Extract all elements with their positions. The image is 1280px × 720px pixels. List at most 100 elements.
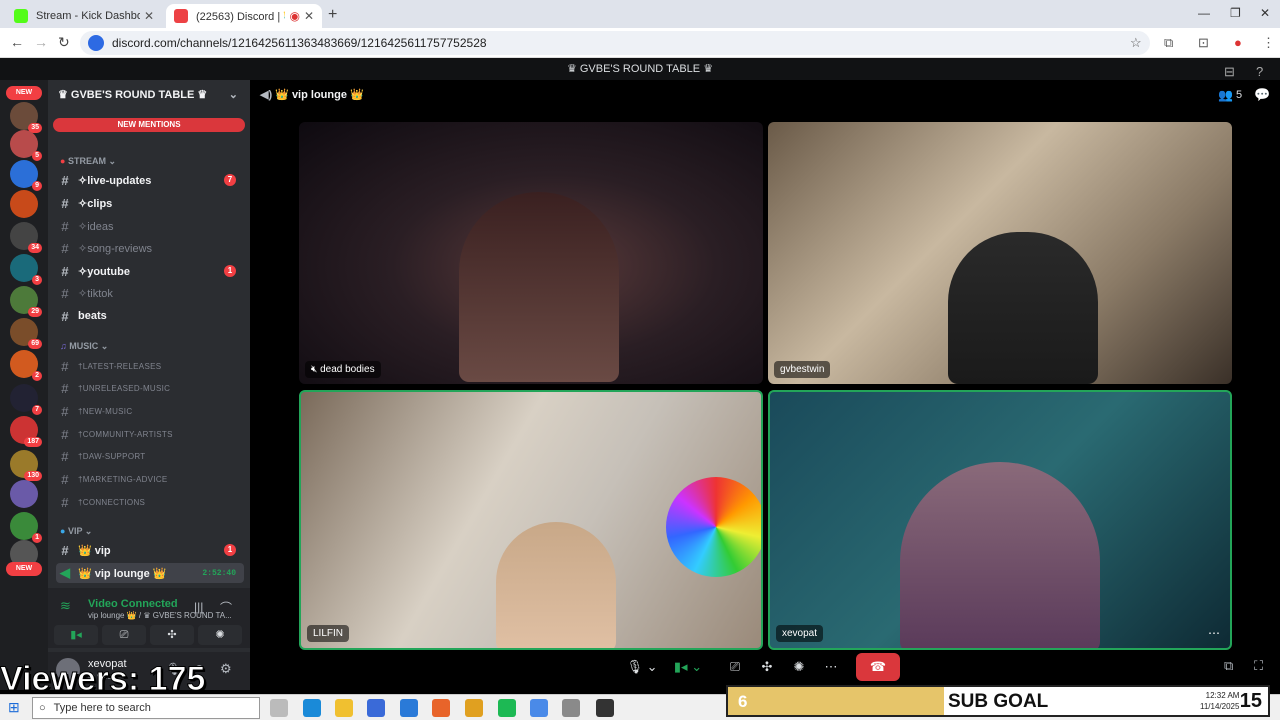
fullscreen-icon[interactable]: ⛶ [1254, 658, 1263, 674]
camera-button[interactable]: ▮◂ [54, 625, 98, 645]
server-icon[interactable]: 7 [10, 384, 42, 415]
channel-label: †unreleased-music [78, 383, 171, 393]
new-unread-pill[interactable]: NEW [6, 562, 42, 576]
server-icon[interactable]: 34 [10, 222, 42, 253]
channel-connections[interactable]: # †connections [56, 492, 244, 512]
channel-marketing-advice[interactable]: # †marketing-advice [56, 469, 244, 489]
category-vip[interactable]: ● VIP ⌄ [60, 526, 92, 537]
voice-status-subtitle[interactable]: vip lounge 👑 / ♛ GVBE'S ROUND TA... [88, 611, 238, 620]
server-icon[interactable]: 35 [10, 102, 42, 133]
channel-clips[interactable]: # ✧clips [56, 193, 244, 213]
soundboard-icon[interactable]: ✺ [788, 653, 810, 681]
new-tab-icon[interactable]: + [328, 6, 337, 24]
activities-icon[interactable]: ✣ [756, 653, 778, 681]
video-tile[interactable]: xevopat ⋯ [768, 390, 1232, 650]
edge-icon[interactable] [303, 699, 321, 717]
close-window-icon[interactable]: ✕ [1260, 6, 1270, 20]
popout-icon[interactable]: ⧉ [1224, 658, 1233, 674]
more-options-icon[interactable]: ⋯ [1208, 626, 1220, 640]
spotify-icon[interactable] [498, 699, 516, 717]
url-field[interactable]: discord.com/channels/1216425611363483669… [80, 31, 1150, 55]
chrome-icon[interactable] [465, 699, 483, 717]
browser-tab-discord[interactable]: (22563) Discord | 👑vip lo… ◉ ✕ [166, 4, 322, 28]
firefox-icon[interactable] [432, 699, 450, 717]
server-icon[interactable] [10, 480, 38, 508]
channel-vip[interactable]: # 👑 vip 1 [56, 540, 244, 560]
extensions-icon[interactable]: ⧉ [1164, 35, 1173, 51]
gear-icon[interactable]: ⚙ [220, 661, 232, 677]
channel-tiktok[interactable]: # ✧tiktok [56, 283, 244, 303]
voice-status-title[interactable]: Video Connected [88, 598, 178, 610]
channel-youtube[interactable]: # ✧youtube 1 [56, 261, 244, 281]
menu-dots-icon[interactable]: ⋮ [1262, 35, 1275, 51]
channel-daw-support[interactable]: # †daw-support [56, 446, 244, 466]
mail-icon[interactable] [400, 699, 418, 717]
channel-label: †marketing-advice [78, 474, 168, 484]
task-view-icon[interactable] [270, 699, 288, 717]
more-icon[interactable]: ⋯ [820, 653, 842, 681]
mention-badge: 69 [28, 339, 42, 349]
category-music[interactable]: ♫ MUSIC ⌄ [60, 341, 108, 352]
minimize-icon[interactable]: — [1198, 6, 1210, 20]
profile-avatar-icon[interactable]: ● [1234, 35, 1242, 50]
server-icon[interactable]: 1 [10, 512, 42, 543]
channel-beats[interactable]: # beats [56, 306, 244, 326]
channel-latest-releases[interactable]: # †latest-releases [56, 356, 244, 376]
server-icon[interactable]: 69 [10, 318, 42, 349]
back-icon[interactable]: ← [10, 34, 24, 50]
server-icon[interactable]: 5 [10, 130, 42, 161]
noise-suppression-icon[interactable]: ||| [194, 600, 203, 614]
soundboard-button[interactable]: ✺ [198, 625, 242, 645]
server-name-header[interactable]: ♛ GVBE'S ROUND TABLE ♛ ⌄ [48, 80, 250, 110]
channel-song-reviews[interactable]: # ✧song-reviews [56, 238, 244, 258]
close-tab-icon[interactable]: ✕ [304, 9, 314, 23]
server-icon[interactable]: 9 [10, 160, 42, 191]
server-icon[interactable]: 187 [10, 416, 42, 447]
browser-tab-strip: Stream - Kick Dashboard ✕ (22563) Discor… [0, 0, 1280, 28]
video-tile[interactable]: 🔇︎ dead bodies [299, 122, 763, 384]
voice-channel-vip-lounge[interactable]: ◀ 👑 vip lounge 👑 2:52:40 [56, 563, 244, 583]
channel-live-updates[interactable]: # ✧live-updates 7 [56, 170, 244, 190]
reload-icon[interactable]: ↻ [58, 34, 70, 51]
close-tab-icon[interactable]: ✕ [144, 9, 154, 23]
channel-unreleased-music[interactable]: # †unreleased-music [56, 378, 244, 398]
camera-toggle-button[interactable]: ▮◂ ⌄ [668, 653, 708, 681]
windows-start-icon[interactable]: ⊞ [8, 699, 20, 716]
new-unread-pill[interactable]: NEW [6, 86, 42, 100]
screen-share-icon[interactable]: ⎚ [724, 653, 746, 681]
new-mentions-pill[interactable]: NEW MENTIONS [53, 118, 245, 132]
browser-tab-kick[interactable]: Stream - Kick Dashboard ✕ [6, 4, 162, 28]
system-clock[interactable]: 12:32 AM 11/14/2025 [1200, 690, 1239, 712]
server-icon[interactable]: 2 [10, 350, 42, 381]
screenshot-icon[interactable]: ⊡ [1198, 35, 1209, 51]
app-icon[interactable] [530, 699, 548, 717]
video-tile[interactable]: gvbestwin [768, 122, 1232, 384]
channel-ideas[interactable]: # ✧ideas [56, 216, 244, 236]
chat-icon[interactable]: 💬 [1254, 87, 1270, 103]
activities-button[interactable]: ✣ [150, 625, 194, 645]
taskbar-search[interactable]: ○ Type here to search [32, 697, 260, 719]
app-icon[interactable] [562, 699, 580, 717]
site-info-icon[interactable] [88, 35, 104, 51]
restore-icon[interactable]: ❐ [1230, 6, 1241, 20]
sub-goal-target: 15 [1239, 690, 1262, 712]
server-icon[interactable]: 29 [10, 286, 42, 317]
participant-name: 🔇︎ dead bodies [305, 361, 381, 378]
disconnect-icon[interactable]: ⌒ [220, 599, 232, 616]
category-stream[interactable]: ● STREAM ⌄ [60, 156, 116, 167]
bookmark-star-icon[interactable]: ☆ [1130, 35, 1142, 51]
server-icon[interactable] [10, 190, 38, 218]
obs-icon[interactable] [596, 699, 614, 717]
video-tile[interactable]: LILFIN [299, 390, 763, 650]
file-explorer-icon[interactable] [335, 699, 353, 717]
leave-call-button[interactable]: ☎ [856, 653, 900, 681]
channel-new-music[interactable]: # †new-music [56, 401, 244, 421]
members-icon[interactable]: 👥 [1218, 88, 1233, 102]
server-icon[interactable]: 3 [10, 254, 42, 285]
server-icon[interactable]: 130 [10, 450, 42, 481]
channel-community-artists[interactable]: # †community-artists [56, 424, 244, 444]
store-icon[interactable] [367, 699, 385, 717]
forward-icon[interactable]: → [34, 34, 48, 50]
microphone-button[interactable]: 🎙 ⌄ [622, 653, 662, 681]
screen-share-button[interactable]: ⎚ [102, 625, 146, 645]
